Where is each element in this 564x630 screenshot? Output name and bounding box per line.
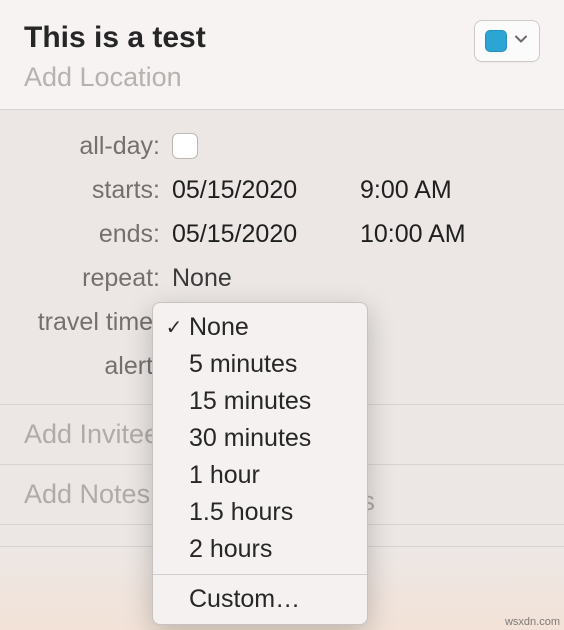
starts-time[interactable]: 9:00 AM [360,176,488,205]
popup-item-1hour[interactable]: 1 hour [153,457,367,494]
calendar-picker[interactable] [474,20,540,62]
popup-item-label: 1.5 hours [189,498,353,527]
starts-row: starts: 05/15/2020 9:00 AM [0,168,564,212]
location-field[interactable]: Add Location [24,62,474,93]
popup-item-15min[interactable]: 15 minutes [153,383,367,420]
ends-time[interactable]: 10:00 AM [360,220,488,249]
chevron-down-icon [513,31,529,52]
ends-label: ends: [0,220,172,249]
popup-item-label: None [189,313,353,342]
all-day-label: all-day: [0,132,172,161]
popup-item-label: 15 minutes [189,387,353,416]
popup-item-30min[interactable]: 30 minutes [153,420,367,457]
watermark: wsxdn.com [505,616,560,628]
popup-item-label: 1 hour [189,461,353,490]
popup-item-label: 2 hours [189,535,353,564]
popup-item-label: 5 minutes [189,350,353,379]
popup-item-2hours[interactable]: 2 hours [153,531,367,568]
popup-item-1-5hours[interactable]: 1.5 hours [153,494,367,531]
repeat-label: repeat: [0,264,172,293]
popup-item-label: 30 minutes [189,424,353,453]
ends-date[interactable]: 05/15/2020 [172,220,330,249]
starts-date[interactable]: 05/15/2020 [172,176,330,205]
starts-label: starts: [0,176,172,205]
popup-separator [153,574,367,575]
popup-item-5min[interactable]: 5 minutes [153,346,367,383]
checkmark-icon: ✓ [159,315,189,340]
calendar-color-swatch [485,30,507,52]
event-title[interactable]: This is a test [24,20,474,56]
event-header: This is a test Add Location [0,0,564,110]
alert-label: alert: [0,352,172,381]
ends-row: ends: 05/15/2020 10:00 AM [0,212,564,256]
popup-item-label: Custom… [189,585,353,614]
all-day-row: all-day: [0,124,564,168]
all-day-checkbox[interactable] [172,133,198,159]
repeat-row: repeat: None [0,256,564,300]
travel-time-popup: ✓ None 5 minutes 15 minutes 30 minutes 1… [152,302,368,625]
popup-item-none[interactable]: ✓ None [153,309,367,346]
travel-time-label: travel time: [0,308,172,337]
popup-item-custom[interactable]: Custom… [153,581,367,618]
repeat-value[interactable]: None [172,264,232,293]
